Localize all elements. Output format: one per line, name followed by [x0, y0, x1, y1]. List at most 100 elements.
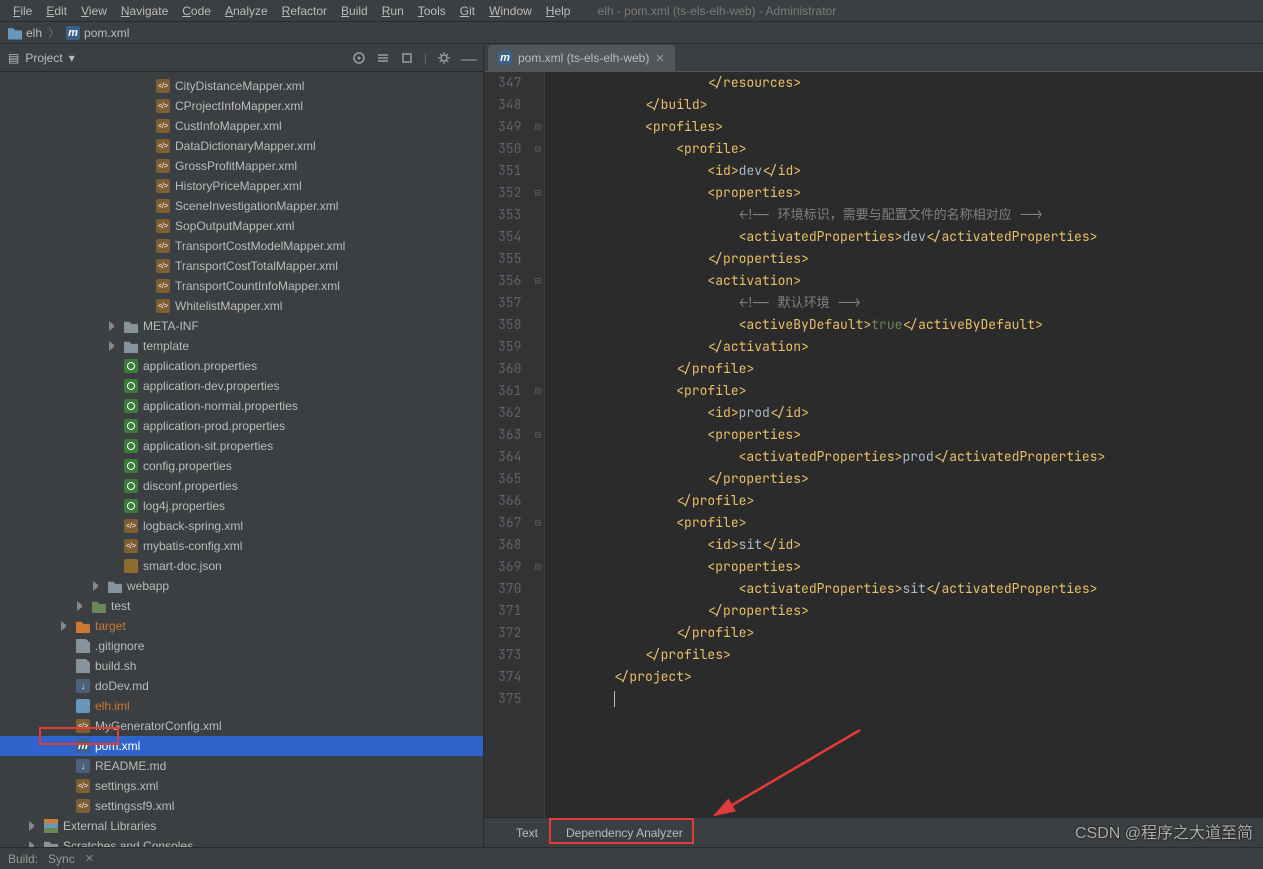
project-panel: ▤ Project ▾ | — </>Cit — [0, 44, 484, 847]
folder-icon — [124, 319, 138, 333]
menu-tools[interactable]: Tools — [411, 1, 453, 21]
gear-icon[interactable] — [437, 51, 451, 65]
editor-tab-pom[interactable]: m pom.xml (ts-els-elh-web) ✕ — [488, 45, 675, 71]
menu-edit[interactable]: Edit — [39, 1, 74, 21]
maven-icon: m — [66, 26, 80, 40]
tree-item[interactable]: ↓README.md — [0, 756, 483, 776]
select-opened-file-icon[interactable] — [352, 51, 366, 65]
menu-git[interactable]: Git — [453, 1, 482, 21]
expand-arrow-icon[interactable] — [93, 581, 103, 591]
dropdown-icon[interactable]: ▾ — [69, 51, 75, 65]
tree-item[interactable]: elh.iml — [0, 696, 483, 716]
folder-icon — [124, 339, 138, 353]
tree-item[interactable]: </>TransportCostModelMapper.xml — [0, 236, 483, 256]
tree-item[interactable]: </>settingssf9.xml — [0, 796, 483, 816]
close-icon[interactable]: ✕ — [85, 852, 94, 865]
watermark-text: CSDN @程序之大道至简 — [1075, 819, 1253, 843]
menu-file[interactable]: File — [6, 1, 39, 21]
tree-item[interactable]: META-INF — [0, 316, 483, 336]
folder-icon — [44, 839, 58, 847]
tree-item-label: Scratches and Consoles — [63, 839, 193, 847]
tree-item[interactable]: </>WhitelistMapper.xml — [0, 296, 483, 316]
tree-item[interactable]: </> DataDictionaryMapper.xml — [0, 136, 483, 156]
tree-item[interactable]: application.properties — [0, 356, 483, 376]
xml-file-icon: </> — [156, 259, 170, 273]
breadcrumb-file[interactable]: m pom.xml — [62, 26, 133, 40]
tree-item[interactable]: log4j.properties — [0, 496, 483, 516]
tree-item[interactable]: ↓doDev.md — [0, 676, 483, 696]
menu-navigate[interactable]: Navigate — [114, 1, 175, 21]
editor-body[interactable]: 3473483493503513523533543553563573583593… — [484, 72, 1263, 817]
tree-item-label: application.properties — [143, 359, 257, 373]
tree-item[interactable]: build.sh — [0, 656, 483, 676]
expand-arrow-icon[interactable] — [109, 341, 119, 351]
tree-item[interactable]: </>CityDistanceMapper.xml — [0, 76, 483, 96]
xml-file-icon: </> — [156, 159, 170, 173]
tree-item[interactable]: </>GrossProfitMapper.xml — [0, 156, 483, 176]
menu-analyze[interactable]: Analyze — [218, 1, 275, 21]
tree-item[interactable]: </>TransportCostTotalMapper.xml — [0, 256, 483, 276]
tree-item[interactable]: application-sit.properties — [0, 436, 483, 456]
menu-help[interactable]: Help — [539, 1, 578, 21]
close-icon[interactable]: ✕ — [655, 52, 664, 65]
tree-item[interactable]: </>settings.xml — [0, 776, 483, 796]
expand-all-icon[interactable] — [376, 51, 390, 65]
tree-item[interactable]: </>MyGeneratorConfig.xml — [0, 716, 483, 736]
tree-item[interactable]: application-prod.properties — [0, 416, 483, 436]
file-icon — [76, 659, 90, 673]
editor-fold-column: ⊟⊟⊟⊟⊟⊟⊟⊟ — [531, 72, 545, 817]
tree-item[interactable]: disconf.properties — [0, 476, 483, 496]
tree-item[interactable]: Scratches and Consoles — [0, 836, 483, 847]
editor-bottom-tab-dependency-analyzer[interactable]: Dependency Analyzer — [552, 821, 697, 845]
menu-build[interactable]: Build — [334, 1, 375, 21]
tree-item[interactable]: </>CustInfoMapper.xml — [0, 116, 483, 136]
breadcrumb-root[interactable]: elh — [4, 26, 46, 40]
tree-item[interactable]: </>CProjectInfoMapper.xml — [0, 96, 483, 116]
tree-item[interactable]: target — [0, 616, 483, 636]
tree-item[interactable]: </>TransportCountInfoMapper.xml — [0, 276, 483, 296]
expand-arrow-icon[interactable] — [29, 821, 39, 831]
expand-arrow-icon[interactable] — [61, 621, 71, 631]
tree-item[interactable]: .gitignore — [0, 636, 483, 656]
build-tool-window-bar[interactable]: Build: Sync ✕ — [0, 847, 1263, 869]
expand-arrow-icon[interactable] — [109, 321, 119, 331]
tree-item[interactable]: config.properties — [0, 456, 483, 476]
tree-item[interactable]: application-dev.properties — [0, 376, 483, 396]
tree-item[interactable]: </>mybatis-config.xml — [0, 536, 483, 556]
tree-item-label: smart-doc.json — [143, 559, 222, 573]
collapse-all-icon[interactable] — [400, 51, 414, 65]
workspace: ▤ Project ▾ | — </>Cit — [0, 44, 1263, 847]
xml-file-icon: </> — [156, 199, 170, 213]
tree-item[interactable]: application-normal.properties — [0, 396, 483, 416]
expand-arrow-icon[interactable] — [77, 601, 87, 611]
tree-item[interactable]: smart-doc.json — [0, 556, 483, 576]
menu-view[interactable]: View — [74, 1, 114, 21]
menu-window[interactable]: Window — [482, 1, 539, 21]
hide-panel-icon[interactable]: — — [461, 51, 475, 65]
expand-arrow-icon[interactable] — [29, 841, 39, 847]
tree-item[interactable]: </>SopOutputMapper.xml — [0, 216, 483, 236]
tree-item[interactable]: </>SceneInvestigationMapper.xml — [0, 196, 483, 216]
properties-file-icon — [124, 479, 138, 493]
properties-file-icon — [124, 359, 138, 373]
tree-item[interactable]: webapp — [0, 576, 483, 596]
json-file-icon — [124, 559, 138, 573]
tree-item[interactable]: </>logback-spring.xml — [0, 516, 483, 536]
tree-item[interactable]: test — [0, 596, 483, 616]
tree-item[interactable]: </>HistoryPriceMapper.xml — [0, 176, 483, 196]
menu-refactor[interactable]: Refactor — [275, 1, 334, 21]
markdown-file-icon: ↓ — [76, 759, 90, 773]
tree-item[interactable]: mpom.xml — [0, 736, 483, 756]
tree-item-label: DataDictionaryMapper.xml — [175, 139, 316, 153]
editor-code[interactable]: </resources> </build> <profiles> <profil… — [545, 72, 1263, 817]
tree-item-label: application-normal.properties — [143, 399, 298, 413]
tree-item[interactable]: External Libraries — [0, 816, 483, 836]
menu-run[interactable]: Run — [375, 1, 411, 21]
maven-icon: m — [76, 739, 90, 753]
editor-bottom-tab-text[interactable]: Text — [502, 821, 552, 845]
tree-item[interactable]: template — [0, 336, 483, 356]
project-tree[interactable]: </>CityDistanceMapper.xml</>CProjectInfo… — [0, 72, 483, 847]
window-title: elh - pom.xml (ts-els-elh-web) - Adminis… — [597, 4, 836, 18]
xml-file-icon: </> — [156, 139, 170, 153]
menu-code[interactable]: Code — [175, 1, 218, 21]
